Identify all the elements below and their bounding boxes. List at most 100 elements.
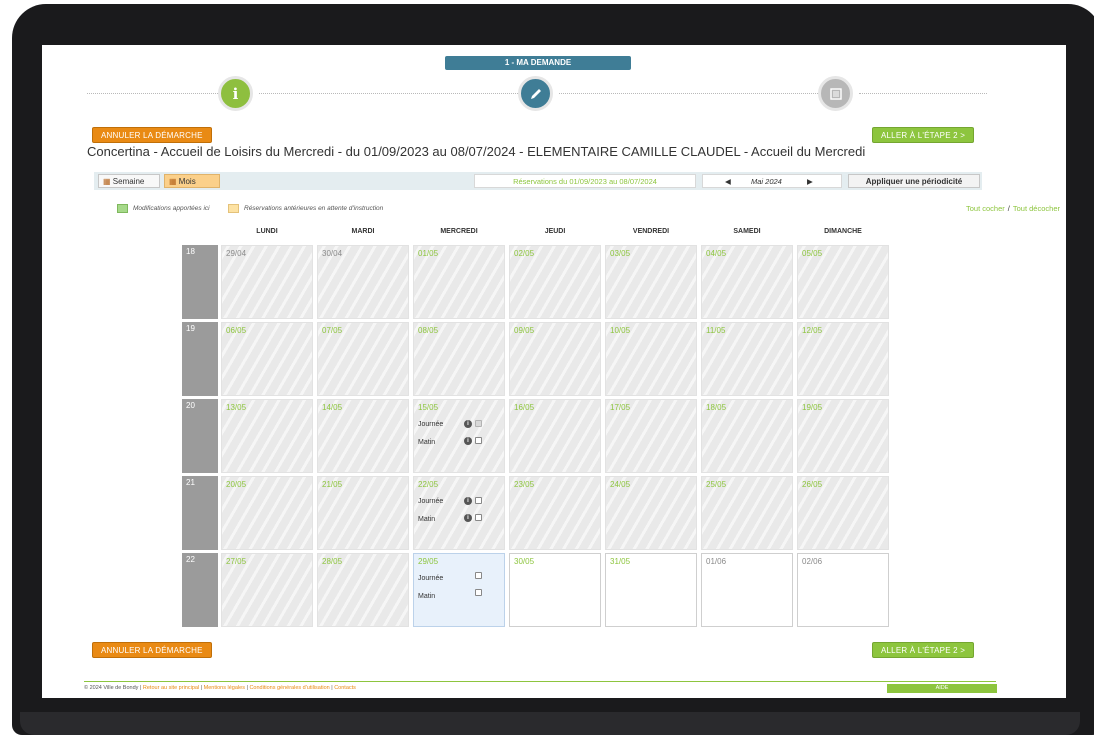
cell-date: 18/05 [706, 403, 727, 412]
footer-separator: | [200, 685, 203, 691]
calendar-cell: 14/05 [317, 399, 409, 473]
check-links: Tout cocher / Tout décocher [966, 204, 1060, 213]
step-list-icon[interactable] [818, 76, 853, 111]
day-header-tuesday: MARDI [351, 228, 375, 235]
info-icon: i [232, 84, 239, 103]
footer-link-cgu[interactable]: Conditions générales d'utilisation [249, 685, 329, 691]
week-number: 18 [182, 245, 218, 319]
calendar-cell: 19/05 [797, 399, 889, 473]
cell-date: 31/05 [610, 557, 631, 566]
help-button[interactable]: AIDE [887, 684, 997, 693]
calendar-cell: 24/05 [605, 476, 697, 550]
cell-date: 01/06 [706, 557, 727, 566]
info-icon[interactable]: i [464, 514, 472, 522]
step-divider [859, 93, 987, 94]
next-step-button-bottom[interactable]: ALLER À L'ÉTAPE 2 > [872, 642, 975, 658]
previous-month-icon[interactable]: ◀ [725, 175, 731, 188]
month-navigator: ◀ Mai 2024 ▶ [702, 174, 842, 188]
step-edit-icon[interactable] [518, 76, 553, 111]
apply-periodicity-button[interactable]: Appliquer une périodicité [848, 174, 980, 188]
calendar-icon: ▦ [103, 177, 111, 186]
calendar-cell: 22/05 Journée i Matin i [413, 476, 505, 550]
cell-date: 05/05 [802, 249, 823, 258]
day-header-thursday: JEUDI [544, 228, 566, 235]
calendar-cell: 26/05 [797, 476, 889, 550]
calendar-cell: 17/05 [605, 399, 697, 473]
cell-date: 29/05 [418, 557, 439, 566]
calendar-cell: 04/05 [701, 245, 793, 319]
footer-separator: | [246, 685, 248, 691]
day-header-monday: LUNDI [256, 228, 278, 235]
week-view-button[interactable]: ▦ Semaine [98, 174, 160, 188]
calendar-cell: 30/04 [317, 245, 409, 319]
cell-date: 07/05 [322, 326, 343, 335]
step-label-current: 1 - MA DEMANDE [445, 56, 631, 70]
footer-divider [84, 681, 996, 682]
day-header-sunday: DIMANCHE [824, 228, 862, 235]
slot-matin-checkbox[interactable] [475, 437, 482, 444]
check-links-separator: / [1007, 204, 1010, 213]
slot-journee-label: Journée [418, 575, 444, 582]
cell-date: 01/05 [418, 249, 439, 258]
check-all-link[interactable]: Tout cocher [966, 204, 1005, 213]
calendar-cell: 15/05 Journée i Matin i [413, 399, 505, 473]
calendar-toolbar: ▦ Semaine ▦ Mois Réservations du 01/09/2… [94, 172, 982, 190]
day-header-wednesday: MERCREDI [440, 228, 478, 235]
cell-date: 24/05 [610, 480, 631, 489]
footer-separator: | [331, 685, 333, 691]
cell-date: 17/05 [610, 403, 631, 412]
uncheck-all-link[interactable]: Tout décocher [1013, 204, 1060, 213]
month-view-label: Mois [178, 177, 196, 186]
calendar-cell-selected[interactable]: 29/05 Journée Matin [413, 553, 505, 627]
cell-date: 06/05 [226, 326, 247, 335]
legend-modified: Modifications apportées ici [117, 204, 210, 213]
cancel-button[interactable]: ANNULER LA DÉMARCHE [92, 127, 212, 143]
next-step-button[interactable]: ALLER À L'ÉTAPE 2 > [872, 127, 975, 143]
cell-date: 21/05 [322, 480, 343, 489]
footer-link-site[interactable]: Retour au site principal [143, 685, 199, 691]
week-number: 22 [182, 553, 218, 627]
cell-date: 30/05 [514, 557, 535, 566]
slot-matin-checkbox[interactable] [475, 589, 482, 596]
cell-date: 28/05 [322, 557, 343, 566]
cell-date: 11/05 [706, 326, 726, 335]
calendar-cell: 25/05 [701, 476, 793, 550]
slot-journee-checkbox[interactable] [475, 572, 482, 579]
day-header-friday: VENDREDI [632, 228, 670, 235]
footer-link-contact[interactable]: Contacts [334, 685, 356, 691]
cell-date: 15/05 [418, 403, 439, 412]
calendar-cell: 01/05 [413, 245, 505, 319]
month-view-button[interactable]: ▦ Mois [164, 174, 220, 188]
step-divider [559, 93, 818, 94]
cell-date: 25/05 [706, 480, 727, 489]
pencil-icon [530, 88, 541, 99]
step-divider [87, 93, 218, 94]
calendar-cell: 10/05 [605, 322, 697, 396]
slot-journee-checkbox[interactable] [475, 497, 482, 504]
step-info-icon[interactable]: i [218, 76, 253, 111]
calendar-cell: 12/05 [797, 322, 889, 396]
info-icon[interactable]: i [464, 497, 472, 505]
cell-date: 27/05 [226, 557, 247, 566]
calendar-cell: 16/05 [509, 399, 601, 473]
app-screen: 1 - MA DEMANDE i ANNULER LA DÉMARCHE ALL… [42, 45, 1066, 698]
list-icon [829, 87, 842, 100]
legend-modified-label: Modifications apportées ici [133, 205, 210, 213]
calendar-cell: 03/05 [605, 245, 697, 319]
cell-date: 12/05 [802, 326, 823, 335]
page-title: Concertina - Accueil de Loisirs du Mercr… [87, 144, 866, 159]
calendar-cell: 30/05 [509, 553, 601, 627]
next-month-icon[interactable]: ▶ [807, 175, 813, 188]
week-number: 19 [182, 322, 218, 396]
legend-pending: Réservations antérieures en attente d'in… [228, 204, 383, 213]
calendar-cell: 23/05 [509, 476, 601, 550]
slot-journee-checkbox[interactable] [475, 420, 482, 427]
calendar-cell: 02/05 [509, 245, 601, 319]
cell-date: 09/05 [514, 326, 535, 335]
slot-matin-checkbox[interactable] [475, 514, 482, 521]
info-icon[interactable]: i [464, 437, 472, 445]
footer-link-legal[interactable]: Mentions légales [204, 685, 245, 691]
info-icon[interactable]: i [464, 420, 472, 428]
current-month: Mai 2024 [751, 177, 782, 186]
cancel-button-bottom[interactable]: ANNULER LA DÉMARCHE [92, 642, 212, 658]
